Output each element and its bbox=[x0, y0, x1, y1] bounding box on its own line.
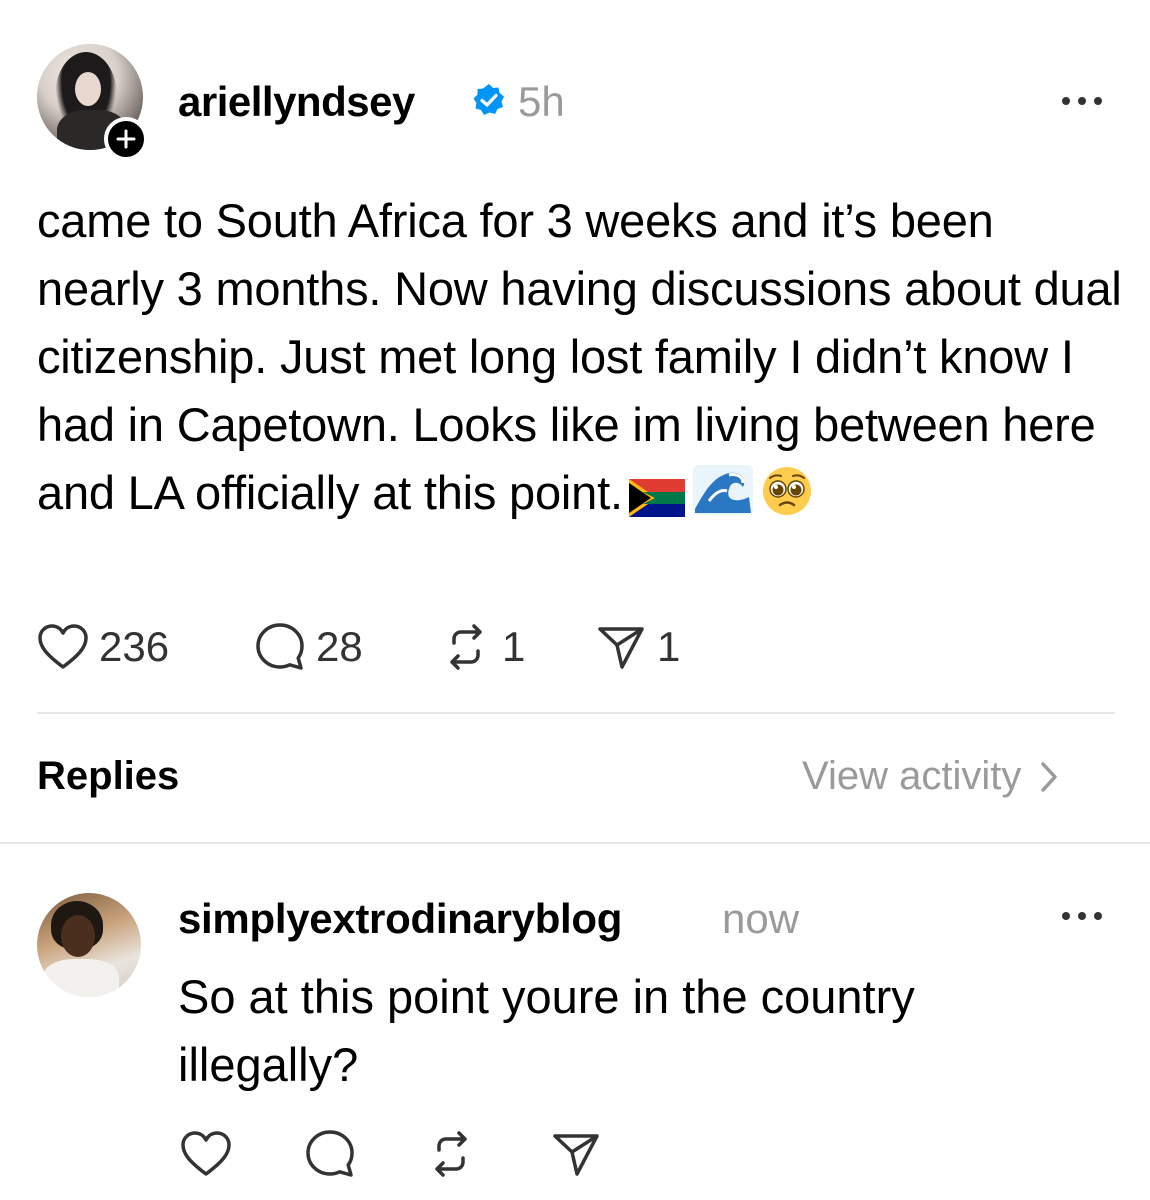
share-count: 1 bbox=[657, 623, 681, 670]
comment-button[interactable]: 28 bbox=[254, 620, 363, 674]
comment-count: 28 bbox=[316, 623, 363, 670]
like-count: 236 bbox=[99, 623, 170, 670]
replies-divider bbox=[0, 842, 1150, 844]
like-button[interactable]: 236 bbox=[37, 620, 169, 674]
post-text: came to South Africa for 3 weeks and it’… bbox=[37, 194, 1122, 519]
heart-icon bbox=[38, 624, 88, 669]
reply-time: now bbox=[722, 895, 800, 942]
replies-heading: Replies bbox=[37, 754, 180, 798]
repost-button[interactable]: 1 bbox=[440, 620, 525, 674]
share-button[interactable]: 1 bbox=[595, 620, 680, 674]
wave-icon bbox=[691, 461, 755, 535]
more-options-icon[interactable] bbox=[1060, 93, 1104, 109]
reply-comment-icon[interactable] bbox=[304, 1128, 356, 1180]
verified-badge-icon bbox=[473, 84, 504, 115]
view-activity-link[interactable]: View activity bbox=[802, 754, 1059, 799]
reply-more-options-icon[interactable] bbox=[1060, 908, 1104, 924]
post-body: came to South Africa for 3 weeks and it’… bbox=[37, 187, 1127, 535]
reply-text: So at this point youre in the country il… bbox=[178, 970, 915, 1091]
author-username[interactable]: ariellyndsey bbox=[178, 78, 415, 126]
repost-icon bbox=[450, 624, 482, 670]
follow-plus-button[interactable] bbox=[104, 117, 148, 161]
comment-icon bbox=[256, 623, 304, 670]
reply-like-heart-icon[interactable] bbox=[180, 1128, 232, 1180]
pleading-face-icon bbox=[761, 465, 813, 535]
post-time: 5h bbox=[518, 78, 565, 125]
south-africa-flag-icon bbox=[628, 467, 685, 535]
view-activity-label: View activity bbox=[802, 754, 1022, 798]
post-divider bbox=[37, 712, 1115, 714]
reply-repost-icon[interactable] bbox=[425, 1128, 477, 1180]
repost-count: 1 bbox=[502, 623, 526, 670]
reply-author-username[interactable]: simplyextrodinaryblog bbox=[178, 895, 622, 943]
reply-author-avatar[interactable] bbox=[37, 893, 141, 997]
plus-icon bbox=[116, 129, 136, 149]
send-icon bbox=[598, 627, 644, 669]
chevron-right-icon bbox=[1041, 761, 1058, 792]
reply-send-icon[interactable] bbox=[550, 1128, 602, 1180]
